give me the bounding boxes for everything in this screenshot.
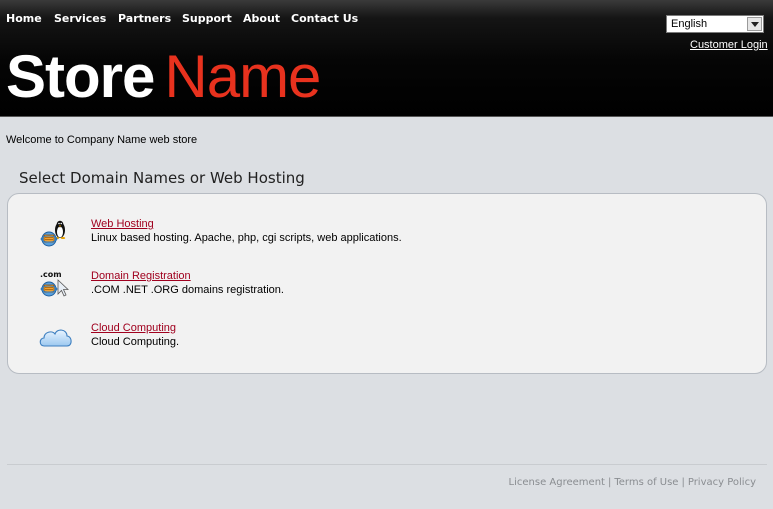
nav-services[interactable]: Services <box>54 12 106 25</box>
footer-separator: | <box>681 477 685 488</box>
service-cloud-computing: Cloud Computing Cloud Computing. <box>38 322 718 358</box>
terms-of-use-link[interactable]: Terms of Use <box>614 477 678 488</box>
section-title: Select Domain Names or Web Hosting <box>19 169 305 187</box>
privacy-policy-link[interactable]: Privacy Policy <box>688 477 756 488</box>
store-logo[interactable]: Store Name <box>6 43 321 110</box>
chevron-down-icon[interactable] <box>747 17 762 31</box>
domain-registration-link[interactable]: Domain Registration <box>91 270 191 282</box>
site-header: Home Services Partners Support About Con… <box>0 0 773 117</box>
domain-registration-icon: .com <box>38 270 74 304</box>
cloud-computing-description: Cloud Computing. <box>91 336 180 348</box>
services-panel: Web Hosting Linux based hosting. Apache,… <box>7 193 767 374</box>
nav-contact-us[interactable]: Contact Us <box>291 12 358 25</box>
service-web-hosting: Web Hosting Linux based hosting. Apache,… <box>38 218 718 254</box>
footer-links: License Agreement | Terms of Use | Privacy P… <box>509 477 756 488</box>
domain-icon-text: .com <box>40 270 62 279</box>
service-domain-registration: .com Domain Registration .COM .NET .ORG … <box>38 270 718 306</box>
logo-name-text: Name <box>164 43 321 110</box>
footer-divider <box>7 464 767 465</box>
nav-support[interactable]: Support <box>182 12 232 25</box>
web-hosting-link[interactable]: Web Hosting <box>91 218 154 230</box>
domain-registration-description: .COM .NET .ORG domains registration. <box>91 284 284 296</box>
nav-partners[interactable]: Partners <box>118 12 171 25</box>
footer-separator: | <box>607 477 612 488</box>
logo-store-text: Store <box>6 43 155 110</box>
language-select[interactable]: English <box>666 15 764 33</box>
nav-about[interactable]: About <box>243 12 280 25</box>
cloud-icon <box>38 322 74 356</box>
license-agreement-link[interactable]: License Agreement <box>509 477 605 488</box>
linux-hosting-icon <box>38 218 74 252</box>
language-selected-value: English <box>671 18 708 30</box>
nav-home[interactable]: Home <box>6 12 42 25</box>
welcome-message: Welcome to Company Name web store <box>6 134 198 146</box>
customer-login-link[interactable]: Customer Login <box>690 39 768 51</box>
cloud-computing-link[interactable]: Cloud Computing <box>91 322 176 334</box>
web-hosting-description: Linux based hosting. Apache, php, cgi sc… <box>91 232 402 244</box>
